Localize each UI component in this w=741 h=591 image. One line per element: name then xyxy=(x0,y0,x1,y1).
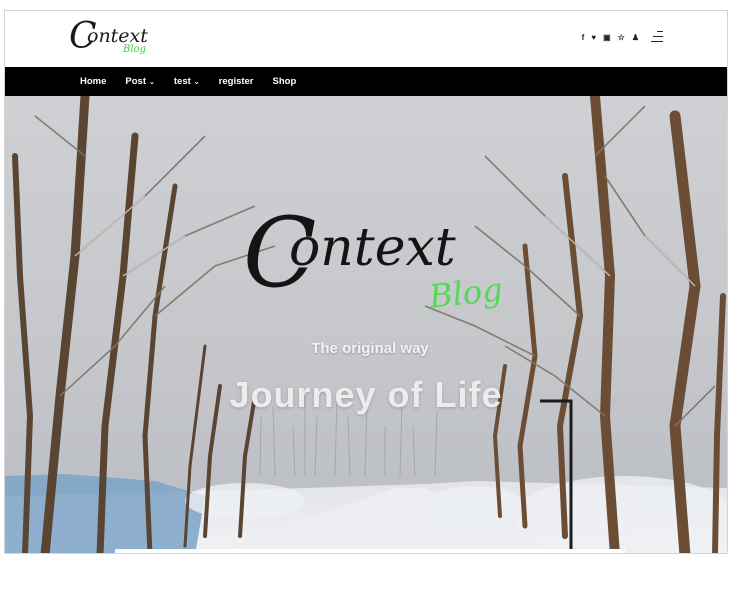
user-icon[interactable]: ♟ xyxy=(632,33,639,43)
hero-logo-subword: Blog xyxy=(427,270,505,316)
social-links: f ♥ ▣ ☆ ♟ xyxy=(582,33,639,43)
linkedin-icon[interactable]: ▣ xyxy=(603,33,611,43)
twitter-icon[interactable]: ♥ xyxy=(591,33,596,43)
hero-logo-word: ontext xyxy=(289,218,456,278)
hero-subtitle-text: The original way xyxy=(311,340,429,357)
nav-item-label: register xyxy=(218,76,254,87)
content-panel-edge xyxy=(115,549,625,553)
site-header: C ontext Blog f ♥ ▣ ☆ ♟ xyxy=(5,11,727,67)
chevron-down-icon: ⌄ xyxy=(149,78,155,86)
nav-item-label: test xyxy=(173,76,191,87)
nav-item-label: Home xyxy=(80,76,107,87)
nav-item-test[interactable]: test ⌄ xyxy=(174,76,200,87)
site-logo[interactable]: C ontext Blog xyxy=(69,17,149,63)
logo-subword: Blog xyxy=(123,44,146,55)
main-navbar: Home Post ⌄ test ⌄ register Shop xyxy=(5,67,727,96)
nav-item-label: Shop xyxy=(272,76,297,87)
chevron-down-icon: ⌄ xyxy=(193,78,200,86)
hero-banner: C ontext Blog The original way Journey o… xyxy=(5,96,727,553)
nav-menu: Home Post ⌄ test ⌄ register Shop xyxy=(80,67,315,96)
hamburger-menu-icon[interactable] xyxy=(651,31,663,43)
nav-item-home[interactable]: Home xyxy=(80,76,106,87)
page-frame: C ontext Blog f ♥ ▣ ☆ ♟ Home Post ⌄ test… xyxy=(4,10,728,554)
facebook-icon[interactable]: f xyxy=(582,33,585,43)
nav-item-shop[interactable]: Shop xyxy=(273,76,297,87)
nav-item-register[interactable]: register xyxy=(219,76,254,87)
hero-title: Journey of Life xyxy=(229,374,503,415)
hero-logo: C ontext Blog xyxy=(243,196,505,336)
hero-subtitle: The original way xyxy=(5,340,727,357)
star-icon[interactable]: ☆ xyxy=(618,33,625,43)
nav-item-label: Post xyxy=(125,76,146,87)
nav-item-post[interactable]: Post ⌄ xyxy=(125,76,154,87)
